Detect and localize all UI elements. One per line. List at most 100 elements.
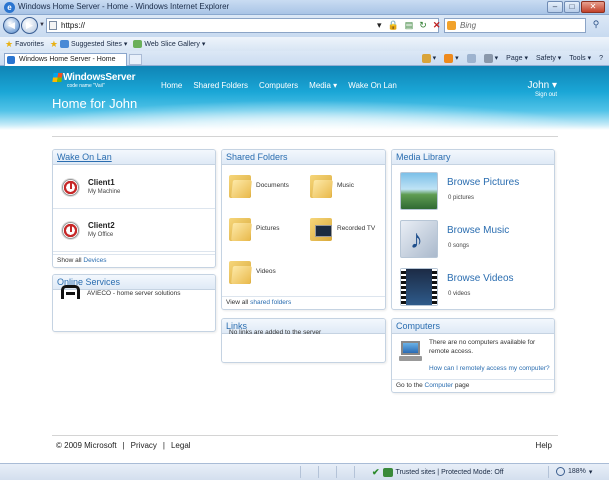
maximize-button[interactable]: □ (564, 1, 580, 13)
folder-pictures[interactable]: Pictures (229, 211, 319, 251)
legal-link[interactable]: Legal (171, 441, 191, 450)
footer-separator: | (122, 441, 125, 450)
address-tools: ▾ 🔒 ▤ ↻ ✕ (377, 19, 440, 31)
web-slice-label: Web Slice Gallery ▾ (144, 41, 206, 48)
nav-media[interactable]: Media ▾ (309, 81, 337, 90)
folder-icon (229, 258, 253, 284)
nav-shared-folders[interactable]: Shared Folders (193, 81, 248, 90)
client-location: My Machine (88, 189, 121, 195)
status-divider (336, 466, 337, 478)
page-icon (49, 21, 57, 30)
online-services-panel: Online Services AVIECO - home server sol… (52, 274, 216, 332)
wol-client-row[interactable]: Client1 My Machine (53, 166, 215, 209)
computer-icon (399, 341, 423, 363)
help-button[interactable]: ? (599, 53, 603, 64)
feeds-button[interactable]: ▾ (444, 53, 459, 64)
lock-icon[interactable]: 🔒 (388, 19, 399, 31)
view-all-shared-folders-link[interactable]: shared folders (250, 299, 291, 306)
favorites-button[interactable]: ★ Favorites (5, 39, 44, 50)
window-titlebar: e Windows Home Server - Home - Windows I… (0, 0, 609, 15)
browse-pictures-link[interactable]: Browse Pictures (447, 177, 519, 188)
ie-logo-icon: e (4, 2, 15, 13)
power-icon[interactable] (62, 222, 79, 239)
zoom-control[interactable]: 188% ▾ (556, 467, 592, 476)
compatibility-icon[interactable]: ▤ (405, 19, 414, 31)
status-bar: ✔ Trusted sites | Protected Mode: Off 18… (0, 463, 609, 480)
media-library-title: Media Library (392, 150, 554, 165)
links-empty-text: No links are added to the server (229, 329, 322, 336)
stop-icon[interactable]: ✕ (433, 19, 441, 31)
trusted-sites-icon (382, 468, 393, 477)
suggested-sites-icon (59, 40, 69, 48)
site-header: WindowsServer code name "Vail" Home for … (0, 66, 609, 136)
brand-code-name: code name "Vail" (67, 83, 105, 89)
browse-pictures-item[interactable]: Browse Pictures 0 pictures (392, 168, 554, 216)
suggested-sites-label: Suggested Sites ▾ (70, 41, 128, 48)
minimize-button[interactable]: – (547, 1, 563, 13)
browse-music-link[interactable]: Browse Music (447, 225, 509, 236)
folder-icon (229, 215, 253, 241)
folder-music[interactable]: Music (310, 168, 385, 208)
suggested-sites-button[interactable]: ★ Suggested Sites ▾ (50, 39, 128, 50)
videos-count: 0 videos (448, 291, 471, 297)
remote-access-help-link[interactable]: How can I remotely access my computer? (429, 365, 550, 372)
back-button[interactable]: ◀ (3, 17, 20, 34)
top-navigation: Home Shared Folders Computers Media ▾ Wa… (161, 81, 397, 90)
tab-favicon-icon (7, 56, 15, 64)
browse-videos-link[interactable]: Browse Videos (447, 273, 514, 284)
computers-title: Computers (392, 319, 554, 334)
view-all-prefix: View all (226, 299, 251, 306)
page-menu[interactable]: Page ▾ (506, 53, 528, 64)
safety-menu[interactable]: Safety ▾ (536, 53, 561, 64)
windows-flag-icon (52, 73, 63, 82)
show-all-prefix: Show all (57, 257, 84, 264)
read-mail-button[interactable] (466, 53, 476, 64)
print-button[interactable]: ▾ (483, 53, 498, 64)
sign-out-link[interactable]: Sign out (528, 92, 557, 98)
wake-on-lan-title[interactable]: Wake On Lan (53, 150, 215, 165)
browse-music-item[interactable]: ♪ Browse Music 0 songs (392, 216, 554, 264)
tab-home[interactable]: Windows Home Server - Home (4, 53, 127, 66)
nav-wake-on-lan[interactable]: Wake On Lan (348, 81, 397, 90)
folder-documents[interactable]: Documents (229, 168, 319, 208)
nav-computers[interactable]: Computers (259, 81, 298, 90)
wol-client-row[interactable]: Client2 My Office (53, 209, 215, 252)
avieco-logo-icon (61, 285, 80, 299)
recent-pages-dropdown-icon[interactable]: ▼ (39, 22, 45, 28)
client-location: My Office (88, 232, 114, 238)
web-slice-gallery-button[interactable]: Web Slice Gallery ▾ (133, 40, 205, 48)
browse-videos-item[interactable]: Browse Videos 0 videos (392, 264, 554, 309)
wake-on-lan-panel: Wake On Lan Client1 My Machine Client2 M… (52, 149, 216, 268)
search-icon[interactable]: ⚲ (589, 19, 603, 32)
folder-icon (310, 172, 334, 198)
forward-button[interactable]: ▶ (21, 17, 38, 34)
search-input[interactable]: Bing (444, 18, 586, 33)
nav-home[interactable]: Home (161, 81, 182, 90)
folder-videos[interactable]: Videos (229, 254, 319, 294)
printer-icon (483, 54, 493, 63)
folder-recorded-tv[interactable]: Recorded TV (310, 211, 385, 251)
folder-label: Documents (256, 182, 289, 189)
folder-label: Videos (256, 268, 276, 275)
help-link[interactable]: Help (536, 441, 552, 450)
computer-page-link[interactable]: Computer (425, 382, 454, 389)
favorites-bar: ★ Favorites ★ Suggested Sites ▾ Web Slic… (0, 37, 609, 51)
show-all-devices-link[interactable]: Devices (83, 257, 106, 264)
recorded-tv-folder-icon (310, 215, 334, 241)
refresh-icon[interactable]: ↻ (419, 19, 427, 31)
home-button[interactable]: ▾ (421, 53, 436, 64)
tools-menu[interactable]: Tools ▾ (569, 53, 591, 64)
security-zone[interactable]: ✔ Trusted sites | Protected Mode: Off (372, 467, 504, 478)
zoom-level: 188% (568, 468, 586, 475)
new-tab-button[interactable] (129, 54, 142, 65)
mail-icon (466, 54, 476, 63)
footer-separator: | (162, 441, 165, 450)
user-name-menu[interactable]: John ▾ (528, 80, 557, 91)
privacy-link[interactable]: Privacy (131, 441, 157, 450)
status-divider (318, 466, 319, 478)
home-icon (421, 54, 431, 63)
star-icon: ★ (5, 38, 14, 49)
address-dropdown-icon[interactable]: ▾ (377, 19, 382, 31)
power-icon[interactable] (62, 179, 79, 196)
close-button[interactable]: ✕ (581, 1, 605, 13)
